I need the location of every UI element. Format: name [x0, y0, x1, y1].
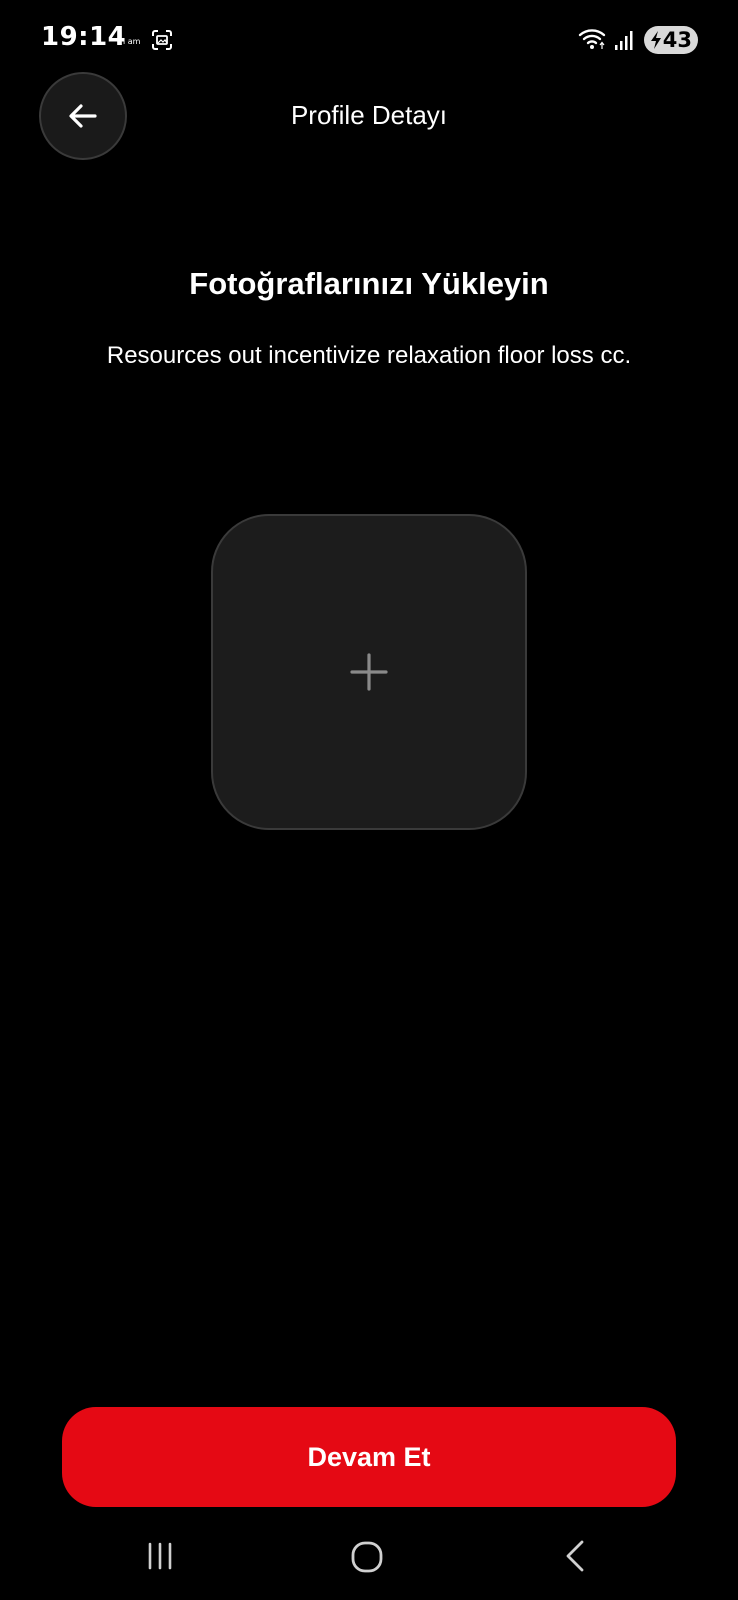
status-bar: 19:14 i am 43: [0, 0, 738, 80]
continue-button[interactable]: Devam Et: [62, 1407, 676, 1507]
section-subtitle: Resources out incentivize relaxation flo…: [106, 342, 632, 369]
wifi-icon: [578, 29, 606, 49]
signal-icon: [615, 31, 633, 50]
screenshot-icon: [152, 30, 172, 50]
system-nav-bar: [0, 1520, 738, 1600]
plus-icon: [350, 653, 388, 691]
battery-level: 43: [662, 28, 692, 52]
page-title: Profile Detayı: [290, 100, 448, 130]
recents-icon[interactable]: [144, 1540, 176, 1572]
home-icon[interactable]: [350, 1540, 384, 1574]
status-time: 19:14: [41, 22, 127, 52]
back-icon[interactable]: [562, 1538, 588, 1574]
photo-upload-tile[interactable]: [211, 514, 527, 830]
battery-charging-icon: [651, 31, 661, 49]
section-heading: Fotoğraflarınızı Yükleyin: [189, 266, 549, 301]
battery-indicator: 43: [644, 26, 698, 54]
status-carrier: i am: [123, 37, 141, 46]
